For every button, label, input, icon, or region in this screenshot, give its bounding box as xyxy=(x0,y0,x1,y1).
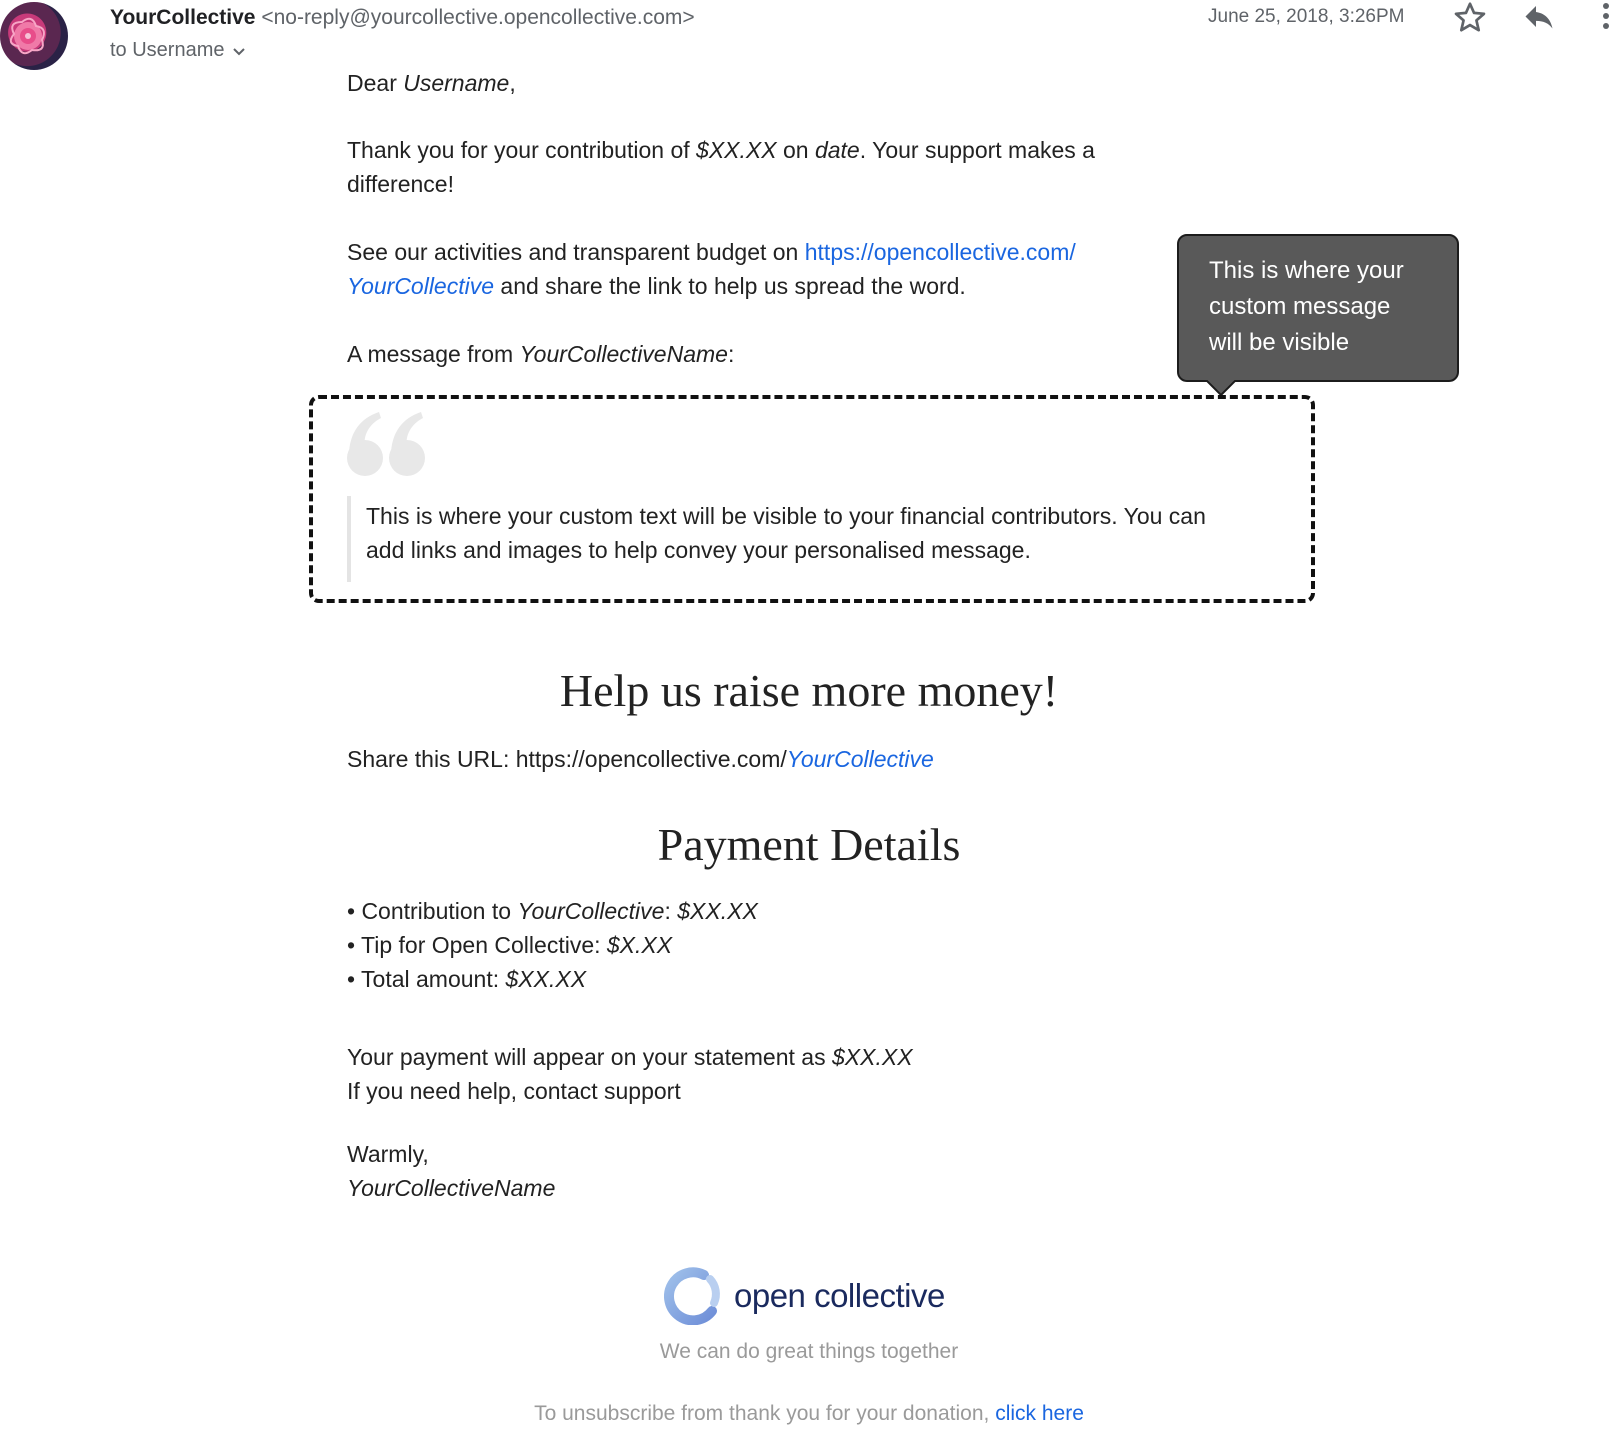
payment-item-value: $XX.XX xyxy=(505,966,587,992)
opencollective-logo[interactable]: open collective xyxy=(664,1266,945,1326)
custom-message-line: add links and images to help convey your… xyxy=(366,537,1031,563)
quote-icon xyxy=(347,412,425,476)
message-from-name: YourCollectiveName xyxy=(519,341,728,367)
payment-item-collective: YourCollective xyxy=(517,898,665,924)
email-date: June 25, 2018, 3:26PM xyxy=(1208,6,1405,27)
flower-icon xyxy=(9,17,45,55)
thanks-amount: $XX.XX xyxy=(696,137,777,163)
tooltip-line: custom message xyxy=(1209,293,1391,320)
unsubscribe-link[interactable]: click here xyxy=(995,1402,1084,1425)
payment-heading: Payment Details xyxy=(657,819,961,870)
payment-list: • Contribution to YourCollective: $XX.XX… xyxy=(347,894,758,996)
star-button[interactable] xyxy=(1452,0,1488,36)
sender-name[interactable]: YourCollective xyxy=(110,6,255,29)
tooltip-arrow xyxy=(1206,380,1236,396)
sender-email: <no-reply@yourcollective.opencollective.… xyxy=(261,6,695,29)
statement-text: Your payment will appear on your stateme… xyxy=(347,1044,832,1070)
closing-warmly: Warmly, xyxy=(347,1141,429,1167)
opencollective-logo-icon xyxy=(664,1267,720,1325)
email-view: YourCollective <no-reply@yourcollective.… xyxy=(0,0,1618,1430)
share-url-text: Share this URL: https://opencollective.c… xyxy=(347,746,787,772)
avatar[interactable] xyxy=(0,2,68,70)
payment-item-label: • Tip for Open Collective: xyxy=(347,932,607,958)
recipient-dropdown[interactable]: to Username xyxy=(110,39,247,62)
payment-item-sep: : xyxy=(664,898,678,924)
payment-item: • Tip for Open Collective: $X.XX xyxy=(347,928,758,962)
payment-item: • Contribution to YourCollective: $XX.XX xyxy=(347,894,758,928)
chevron-down-icon xyxy=(232,47,245,55)
budget-paragraph: See our activities and transparent budge… xyxy=(347,235,1076,303)
thanks-text: difference! xyxy=(347,171,454,197)
share-link[interactable]: YourCollective xyxy=(787,746,934,772)
unsubscribe-line: To unsubscribe from thank you for your d… xyxy=(0,1402,1618,1426)
thanks-text: on xyxy=(776,137,815,163)
payment-item-label: • Total amount: xyxy=(347,966,506,992)
message-from-text: A message from xyxy=(347,341,520,367)
greeting-name: Username xyxy=(403,70,510,96)
share-url: Share this URL: https://opencollective.c… xyxy=(347,742,934,776)
thanks-text: . Your support makes a xyxy=(859,137,1095,163)
custom-message-text: This is where your custom text will be v… xyxy=(366,499,1301,567)
quote-bar xyxy=(347,496,351,582)
tooltip-line: This is where your xyxy=(1209,257,1404,284)
sender-line: YourCollective <no-reply@yourcollective.… xyxy=(110,6,695,30)
signature: YourCollectiveName xyxy=(347,1175,556,1201)
unsubscribe-text: To unsubscribe from thank you for your d… xyxy=(534,1402,996,1425)
star-icon xyxy=(1454,2,1486,32)
support-text: If you need help, contact support xyxy=(347,1078,681,1104)
payment-item: • Total amount: $XX.XX xyxy=(347,962,758,996)
budget-text: See our activities and transparent budge… xyxy=(347,239,805,265)
message-from: A message from YourCollectiveName: xyxy=(347,337,734,371)
statement-info: Your payment will appear on your stateme… xyxy=(347,1040,913,1108)
reply-button[interactable] xyxy=(1520,0,1558,36)
thanks-paragraph: Thank you for your contribution of $XX.X… xyxy=(347,133,1095,201)
more-vertical-icon xyxy=(1603,3,1609,29)
greeting: Dear Username, xyxy=(347,66,516,100)
budget-text: and share the link to help us spread the… xyxy=(494,273,966,299)
thanks-text: Thank you for your contribution of xyxy=(347,137,697,163)
message-from-text: : xyxy=(727,341,735,367)
custom-message-line: This is where your custom text will be v… xyxy=(366,503,1206,529)
more-options-button[interactable] xyxy=(1598,0,1614,36)
payment-item-label: • Contribution to xyxy=(347,898,518,924)
annotation-tooltip: This is where your custom message will b… xyxy=(1177,234,1459,382)
greeting-prefix: Dear xyxy=(347,70,404,96)
tagline: We can do great things together xyxy=(659,1340,959,1363)
closing: Warmly, YourCollectiveName xyxy=(347,1137,555,1205)
statement-value: $XX.XX xyxy=(831,1044,913,1070)
collective-link[interactable]: https://opencollective.com/ xyxy=(805,239,1076,265)
payment-item-value: $X.XX xyxy=(606,932,673,958)
share-heading: Help us raise more money! xyxy=(559,665,1059,716)
thanks-date: date xyxy=(814,137,860,163)
recipient-label: to Username xyxy=(110,39,225,61)
payment-item-value: $XX.XX xyxy=(677,898,758,924)
collective-link-name[interactable]: YourCollective xyxy=(347,273,494,299)
reply-icon xyxy=(1525,6,1553,29)
greeting-suffix: , xyxy=(509,70,516,96)
tooltip-line: will be visible xyxy=(1209,329,1350,356)
opencollective-logo-text: open collective xyxy=(734,1277,945,1314)
